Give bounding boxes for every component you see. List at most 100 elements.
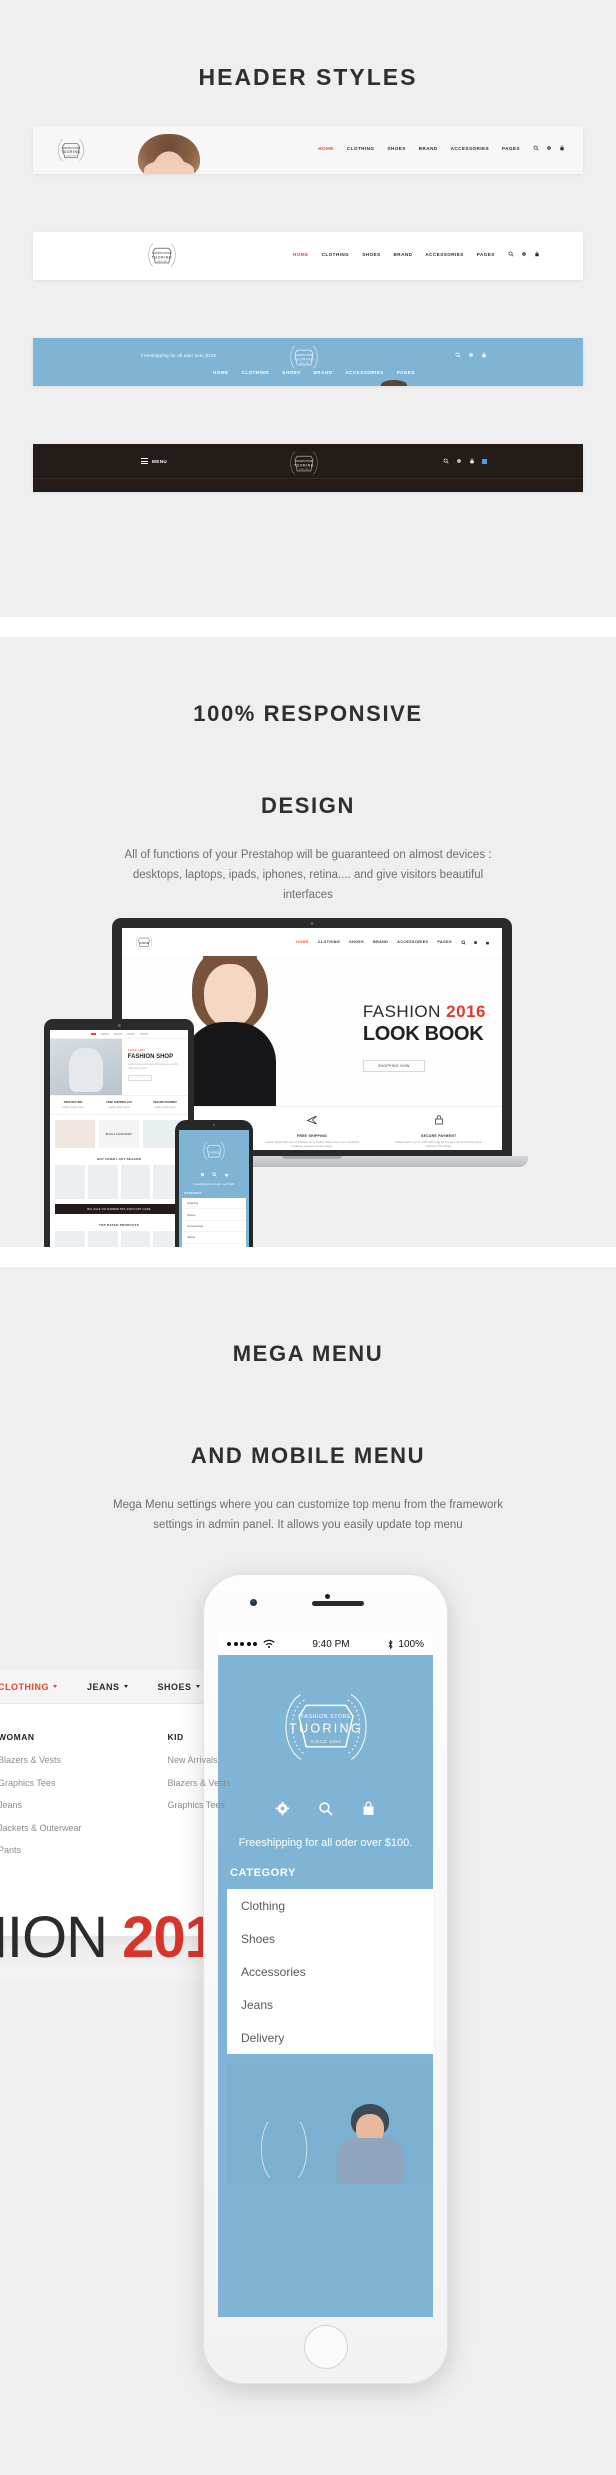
banner[interactable]: BLOG & ACCESSORY: [99, 1120, 139, 1148]
gear-icon[interactable]: [200, 1172, 205, 1177]
product-card[interactable]: [55, 1231, 85, 1247]
nav-item-shoes[interactable]: SHOES: [349, 940, 364, 944]
section-separator: [0, 1247, 616, 1267]
list-item[interactable]: Clothing: [227, 1889, 433, 1922]
brand-logo[interactable]: FASHION STORE TUORING SINCE 1982: [287, 340, 321, 374]
nav-item-accessories[interactable]: ACCESSORIES: [397, 940, 428, 944]
shopping-now-button[interactable]: SHOPPING NOW: [362, 1060, 425, 1072]
logo-emblem: FASHION STORE TUORING SINCE 1982: [145, 238, 179, 272]
nav-item-shoes[interactable]: SHOES: [282, 370, 300, 375]
list-item[interactable]: Shoes: [227, 1922, 433, 1955]
list-item[interactable]: Delivery: [227, 2021, 433, 2054]
list-item[interactable]: Jeans: [182, 1232, 246, 1244]
status-battery: 100%: [398, 1638, 424, 1650]
mega-link[interactable]: New Arrivals: [168, 1755, 231, 1765]
hero-image: [50, 1039, 122, 1095]
cart-icon[interactable]: [224, 1172, 229, 1177]
gear-icon[interactable]: [546, 145, 552, 151]
mega-title-line2: AND MOBILE MENU: [190, 1443, 426, 1468]
product-card[interactable]: [87, 1165, 118, 1199]
gear-icon[interactable]: [521, 251, 527, 257]
nav-item-pages[interactable]: PAGES: [477, 252, 495, 257]
hero-text: FASHION 2016 LOOK BOOK SHOPPING NOW: [362, 1002, 486, 1072]
banner[interactable]: [55, 1120, 95, 1148]
chevron-down-icon: [53, 1685, 57, 1688]
product-card[interactable]: [55, 1165, 85, 1199]
cart-icon[interactable]: [481, 352, 487, 358]
search-icon[interactable]: [443, 458, 449, 464]
cart-icon[interactable]: [360, 1800, 377, 1817]
search-icon[interactable]: [508, 251, 514, 257]
search-icon[interactable]: [461, 939, 466, 945]
brand-logo[interactable]: FASHION STORE TUORING SINCE 1982: [145, 238, 179, 272]
nav-item-clothing[interactable]: CLOTHING: [322, 252, 350, 257]
nav-item-home[interactable]: HOME: [213, 370, 229, 375]
section-separator: [0, 617, 616, 637]
nav-item-clothing[interactable]: CLOTHING: [347, 146, 375, 151]
nav-item-clothing[interactable]: CLOTHING: [318, 940, 340, 944]
cart-icon[interactable]: [559, 145, 565, 151]
nav-item-accessories[interactable]: ACCESSORIES: [345, 370, 383, 375]
search-icon[interactable]: [211, 1172, 217, 1177]
iphone-mockup: 9:40 PM 100% FASHION STORE TUORING SINCE…: [203, 1574, 448, 2384]
list-item[interactable]: Clothing: [182, 1198, 246, 1210]
tablet-page: SINCE 1982 FASHION SHOP Leather jacket w…: [50, 1030, 188, 1247]
shop-now-button[interactable]: [127, 1075, 152, 1082]
nav-item-brand[interactable]: BRAND: [419, 146, 438, 151]
nav-item-accessories[interactable]: ACCESSORIES: [425, 252, 463, 257]
hero-title: FASHION SHOP: [127, 1054, 174, 1060]
gear-icon[interactable]: [473, 940, 478, 945]
mega-link[interactable]: Pants: [0, 1845, 82, 1855]
cart-icon[interactable]: [485, 940, 490, 945]
nav-item-brand[interactable]: BRAND: [394, 252, 413, 257]
list-item[interactable]: Accessories: [182, 1221, 246, 1233]
hero-eyebrow: SINCE 1982: [127, 1049, 146, 1052]
mega-tab-shoes[interactable]: SHOES: [158, 1682, 200, 1692]
nav-item-shoes[interactable]: SHOES: [362, 252, 380, 257]
header-icons: [508, 251, 540, 257]
shipping-icon: [306, 1115, 317, 1125]
cart-icon[interactable]: [534, 251, 540, 257]
product-card[interactable]: [120, 1165, 151, 1199]
nav-item-brand[interactable]: BRAND: [314, 370, 333, 375]
search-icon[interactable]: [455, 352, 461, 358]
list-item[interactable]: Shoes: [182, 1209, 246, 1221]
list-item[interactable]: Accessories: [227, 1955, 433, 1988]
nav-item-home[interactable]: HOME: [318, 146, 334, 151]
product-card[interactable]: [120, 1231, 151, 1247]
cart-icon[interactable]: [469, 458, 475, 464]
nav-item-brand[interactable]: BRAND: [373, 940, 388, 944]
nav-item-pages[interactable]: PAGES: [437, 940, 452, 944]
phone-icons: [179, 1172, 249, 1177]
nav-item-pages[interactable]: PAGES: [502, 146, 520, 151]
mega-link[interactable]: Jackets & Outerwear: [0, 1823, 82, 1833]
brand-logo[interactable]: FASHION STORE TUORING SINCE 1982: [287, 446, 321, 480]
mega-link[interactable]: Blazers & Vests: [0, 1755, 82, 1765]
gear-icon[interactable]: [468, 352, 474, 358]
earpiece-speaker: [311, 1601, 364, 1606]
phone-mockup: TUORING Freeshipping for all oder over $…: [175, 1120, 253, 1247]
gear-icon[interactable]: [456, 458, 462, 464]
mega-link[interactable]: Graphics Tees: [168, 1800, 231, 1810]
nav-item-shoes[interactable]: SHOES: [387, 146, 405, 151]
list-item[interactable]: Jeans: [227, 1988, 433, 2021]
mega-tab-jeans[interactable]: JEANS: [87, 1682, 128, 1692]
tablet-features: FREE RETURN Leather jacket same FREE SHIP…: [50, 1095, 188, 1115]
cart-count-badge: [482, 458, 487, 464]
brand-logo[interactable]: FASHION STORE TUORING SINCE 1982: [55, 134, 87, 166]
home-button[interactable]: [303, 2325, 348, 2369]
mega-tab-clothing[interactable]: CLOTHING: [0, 1682, 57, 1692]
mega-link[interactable]: Jeans: [0, 1800, 82, 1810]
mega-link[interactable]: Graphics Tees: [0, 1778, 82, 1788]
nav-item-clothing[interactable]: CLOTHING: [242, 370, 270, 375]
nav-item-home[interactable]: HOME: [293, 252, 309, 257]
menu-button[interactable]: MENU: [141, 458, 167, 464]
phone-category-list: Clothing Shoes Accessories Jeans Deliver…: [182, 1198, 246, 1247]
hero-subtitle: Leather jacket with same thickness up to…: [127, 1063, 179, 1070]
mega-link[interactable]: Blazers & Vests: [168, 1778, 231, 1788]
nav-item-pages[interactable]: PAGES: [397, 370, 415, 375]
search-icon[interactable]: [533, 145, 539, 151]
product-card[interactable]: [87, 1231, 118, 1247]
nav-item-accessories[interactable]: ACCESSORIES: [451, 146, 489, 151]
nav-item-home[interactable]: HOME: [296, 940, 309, 944]
